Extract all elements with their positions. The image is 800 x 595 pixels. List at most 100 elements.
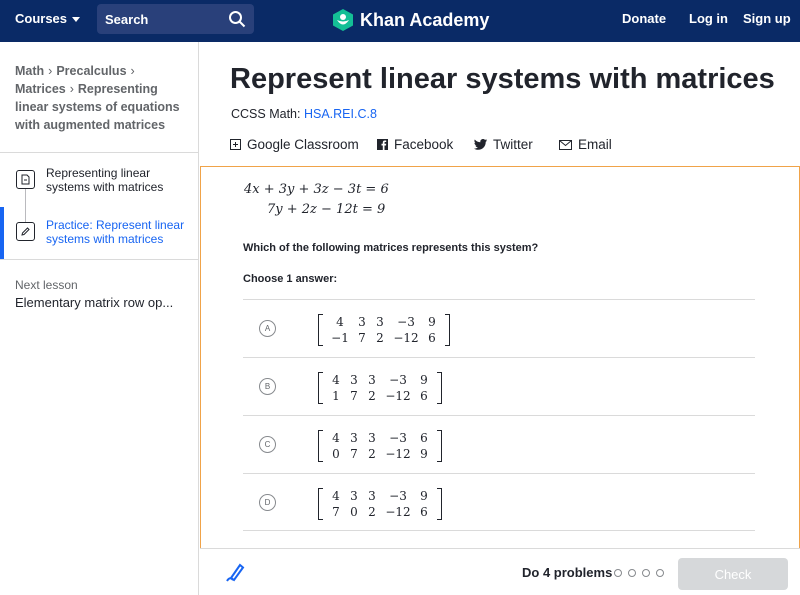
share-label: Twitter <box>493 137 533 152</box>
divider <box>0 152 199 153</box>
connector-line <box>25 207 26 222</box>
twitter-icon <box>474 139 487 150</box>
matrix-entry: 0 <box>332 447 340 461</box>
matrix-entry: 3 <box>376 315 384 329</box>
connector-line <box>25 189 26 207</box>
matrix-entry: 6 <box>420 505 428 519</box>
sidebar-item-article[interactable]: Representing linear systems with matrice… <box>0 155 199 207</box>
matrix-entry: 3 <box>368 431 376 445</box>
answer-choice-d[interactable]: D 4 3 3 −3 9 7 0 2 −12 6 <box>243 474 755 531</box>
signup-link[interactable]: Sign up <box>743 11 791 26</box>
chevron-right-icon: › <box>48 64 53 78</box>
matrix-entry: 9 <box>420 489 428 503</box>
matrix-grid: 4 3 3 −3 9 1 7 2 −12 6 <box>323 372 437 404</box>
share-facebook-button[interactable]: Facebook <box>377 137 453 152</box>
matrix-entry: 9 <box>420 373 428 387</box>
share-label: Google Classroom <box>247 137 359 152</box>
answer-choice-b[interactable]: B 4 3 3 −3 9 1 7 2 −12 6 <box>243 358 755 415</box>
ccss-link[interactable]: HSA.REI.C.8 <box>304 107 377 121</box>
augmented-matrix: 4 3 3 −3 9 1 7 2 −12 6 <box>318 372 442 404</box>
ccss-prefix: CCSS Math: <box>231 107 301 121</box>
matrix-entry: 3 <box>350 431 358 445</box>
email-icon <box>559 139 572 150</box>
chevron-right-icon: › <box>130 64 135 78</box>
matrix-entry: 3 <box>350 489 358 503</box>
matrix-entry: −12 <box>393 331 419 345</box>
sidebar-item-practice[interactable]: Practice: Represent linear systems with … <box>0 207 199 259</box>
facebook-icon <box>377 139 388 150</box>
login-link[interactable]: Log in <box>689 11 728 26</box>
matrix-entry: 2 <box>368 505 376 519</box>
breadcrumb-precalculus[interactable]: Precalculus <box>56 64 126 78</box>
right-bracket <box>445 314 450 346</box>
sidebar-item-label: Practice: Represent linear systems with … <box>46 218 185 246</box>
search-input[interactable] <box>105 11 220 27</box>
matrix-entry: −3 <box>389 489 407 503</box>
share-label: Email <box>578 137 612 152</box>
chevron-right-icon: › <box>69 82 74 96</box>
khan-leaf-icon <box>333 9 353 31</box>
matrix-entry: 2 <box>368 447 376 461</box>
progress-dot <box>656 569 664 577</box>
progress-label: Do 4 problems <box>522 565 613 580</box>
matrix-grid: 4 3 3 −3 9 7 0 2 −12 6 <box>323 488 437 520</box>
choice-letter-radio[interactable]: A <box>259 320 276 337</box>
breadcrumb-math[interactable]: Math <box>15 64 44 78</box>
courses-menu-button[interactable]: Courses <box>15 11 81 26</box>
progress-dot <box>614 569 622 577</box>
search-icon[interactable] <box>228 10 246 28</box>
check-button[interactable]: Check <box>678 558 788 590</box>
matrix-entry: 1 <box>332 389 340 403</box>
lesson-sidebar: Math › Precalculus › Matrices › Representing … <box>0 42 199 595</box>
progress-dot <box>628 569 636 577</box>
question-text: Which of the following matrices represen… <box>243 242 539 254</box>
matrix-entry: −12 <box>385 447 411 461</box>
google-classroom-icon <box>230 139 241 150</box>
matrix-entry: 3 <box>368 489 376 503</box>
next-lesson-label: Next lesson <box>15 278 78 292</box>
matrix-entry: 7 <box>350 447 358 461</box>
choice-letter-radio[interactable]: D <box>259 494 276 511</box>
scratchpad-pencil-icon[interactable] <box>225 561 247 583</box>
breadcrumb: Math › Precalculus › Matrices › Representing … <box>15 62 185 134</box>
right-bracket <box>437 372 442 404</box>
progress-dots <box>614 569 664 577</box>
donate-link[interactable]: Donate <box>622 11 666 26</box>
answer-choice-c[interactable]: C 4 3 3 −3 6 0 7 2 −12 9 <box>243 416 755 473</box>
matrix-entry: 7 <box>358 331 366 345</box>
augmented-matrix: 4 3 3 −3 9 −1 7 2 −12 6 <box>318 314 450 346</box>
matrix-entry: 4 <box>336 315 344 329</box>
matrix-entry: 4 <box>332 373 340 387</box>
chevron-down-icon <box>72 17 81 22</box>
matrix-entry: 4 <box>332 431 340 445</box>
article-icon <box>16 170 35 189</box>
matrix-entry: 3 <box>368 373 376 387</box>
breadcrumb-matrices[interactable]: Matrices <box>15 82 66 96</box>
choice-letter-radio[interactable]: B <box>259 378 276 395</box>
matrix-entry: 9 <box>420 447 428 461</box>
matrix-entry: 3 <box>358 315 366 329</box>
answer-choice-a[interactable]: A 4 3 3 −3 9 −1 7 2 −12 6 <box>243 300 755 357</box>
right-bracket <box>437 430 442 462</box>
share-twitter-button[interactable]: Twitter <box>474 137 533 152</box>
matrix-entry: −3 <box>389 373 407 387</box>
logo-text: Khan Academy <box>360 9 490 30</box>
search-box[interactable] <box>97 4 254 34</box>
choose-instruction: Choose 1 answer: <box>243 273 338 285</box>
augmented-matrix: 4 3 3 −3 6 0 7 2 −12 9 <box>318 430 442 462</box>
matrix-grid: 4 3 3 −3 6 0 7 2 −12 9 <box>323 430 437 462</box>
matrix-entry: 4 <box>332 489 340 503</box>
matrix-entry: −3 <box>397 315 415 329</box>
khan-academy-logo[interactable]: Khan Academy <box>332 8 489 32</box>
pencil-icon <box>16 222 35 241</box>
courses-label: Courses <box>15 11 68 26</box>
equation-1: 4x + 3y + 3z − 3t = 6 <box>244 182 389 197</box>
share-email-button[interactable]: Email <box>559 137 612 152</box>
matrix-entry: −1 <box>331 331 349 345</box>
share-google-classroom-button[interactable]: Google Classroom <box>230 137 359 152</box>
matrix-entry: −3 <box>389 431 407 445</box>
next-lesson-link[interactable]: Elementary matrix row op... <box>15 295 173 310</box>
choice-letter-radio[interactable]: C <box>259 436 276 453</box>
matrix-entry: 0 <box>350 505 358 519</box>
exercise-footer: Do 4 problems Check <box>200 548 800 595</box>
